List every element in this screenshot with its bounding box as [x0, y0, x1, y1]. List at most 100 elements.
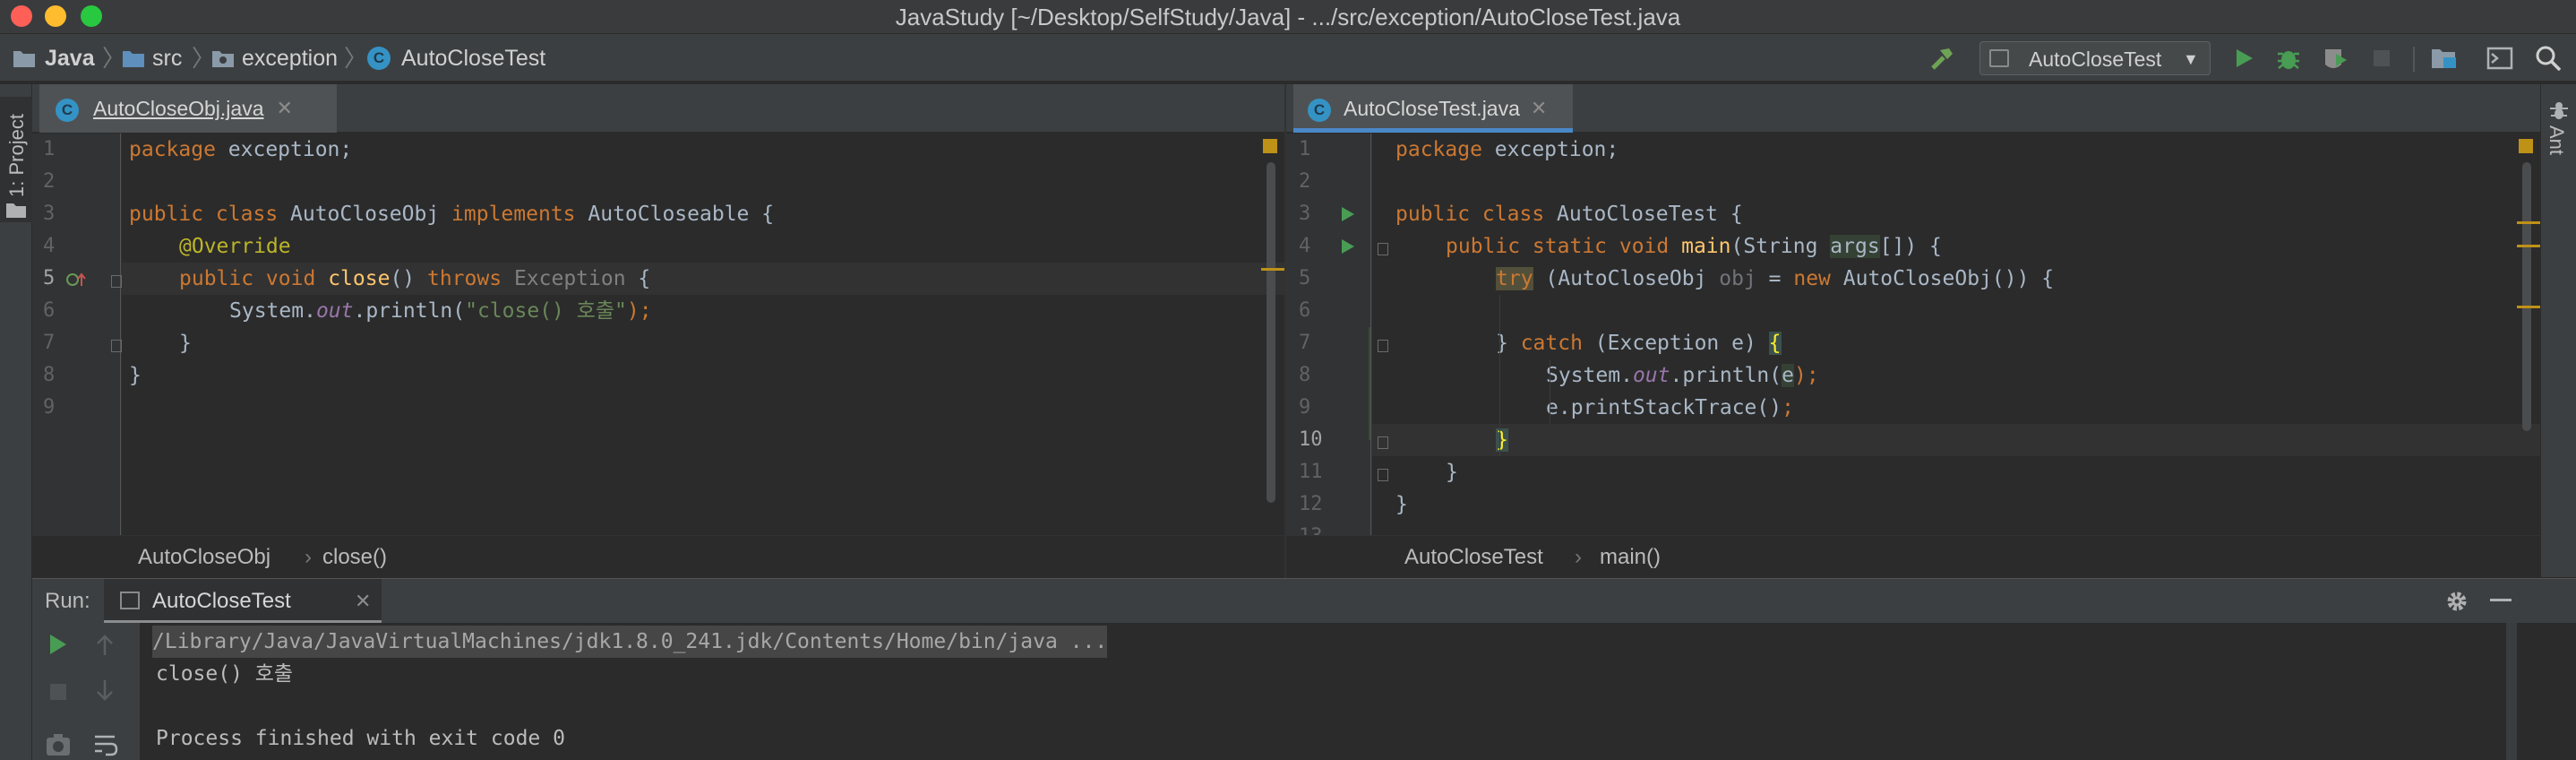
- right-editor-tabs: C AutoCloseTest.java ✕: [1286, 84, 2540, 133]
- line-number: 9: [43, 396, 56, 419]
- search-icon[interactable]: [2533, 43, 2563, 73]
- fold-icon[interactable]: [111, 340, 122, 352]
- window-title: JavaStudy [~/Desktop/SelfStudy/Java] - .…: [895, 4, 1681, 30]
- code-line: public void close() throws Exception {: [179, 267, 651, 290]
- override-marker-icon[interactable]: [66, 272, 88, 292]
- arrow-down-icon[interactable]: [95, 678, 115, 706]
- line-number: 3: [1299, 203, 1311, 225]
- line-number: 13: [1299, 521, 1323, 535]
- inspection-status-icon[interactable]: [1263, 139, 1277, 153]
- line-number: 4: [1299, 235, 1311, 257]
- code-line: }: [1395, 493, 1408, 516]
- breadcrumb-project[interactable]: Java: [45, 34, 95, 82]
- fold-icon[interactable]: [1378, 469, 1388, 481]
- warning-marker[interactable]: [1261, 268, 1284, 271]
- fold-icon[interactable]: [1378, 436, 1388, 449]
- gear-icon[interactable]: [2443, 588, 2470, 619]
- camera-icon[interactable]: [45, 730, 72, 760]
- warning-marker[interactable]: [2517, 221, 2540, 224]
- folder-icon: [122, 48, 145, 73]
- console-exit-line: Process finished with exit code 0: [156, 727, 565, 750]
- line-number: 11: [1299, 461, 1323, 483]
- run-toolbar: [32, 623, 140, 760]
- breadcrumb-separator: ›: [305, 545, 312, 569]
- application-icon: [120, 592, 140, 609]
- stop-icon[interactable]: [48, 682, 68, 706]
- run-gutter-icon[interactable]: [1340, 205, 1356, 228]
- minimize-icon[interactable]: [2490, 599, 2512, 601]
- fold-icon[interactable]: [1378, 243, 1388, 255]
- left-tool-strip: 1: Project: [0, 84, 32, 760]
- vertical-scrollbar[interactable]: [2522, 162, 2531, 431]
- run-configuration-select[interactable]: AutoCloseTest ▼: [1979, 41, 2211, 75]
- warning-marker[interactable]: [2517, 306, 2540, 308]
- fold-icon[interactable]: [111, 275, 122, 288]
- stop-icon[interactable]: [2366, 43, 2397, 73]
- code-line: try (AutoCloseObj obj = new AutoCloseObj…: [1496, 267, 2055, 290]
- right-editor-breadcrumb: AutoCloseTest › main(): [1286, 535, 2540, 578]
- breadcrumb-separator: ›: [1575, 545, 1582, 569]
- class-icon: C: [1308, 96, 1331, 122]
- tab-label: AutoCloseTest.java: [1344, 96, 1520, 120]
- terminal-icon[interactable]: [2485, 43, 2515, 73]
- run-tab[interactable]: AutoCloseTest ✕: [104, 579, 382, 624]
- code-line: }: [1496, 428, 1508, 452]
- hammer-icon[interactable]: [1928, 43, 1958, 73]
- folder-icon: [5, 201, 27, 223]
- run-tab-label: AutoCloseTest: [152, 589, 291, 613]
- rerun-icon[interactable]: [47, 632, 70, 661]
- code-line: package exception;: [129, 138, 353, 161]
- console-output-line: close() 호출: [156, 662, 294, 686]
- line-number: 6: [1299, 299, 1311, 322]
- warning-marker[interactable]: [2517, 245, 2540, 247]
- application-icon: [1989, 49, 2009, 67]
- class-icon: C: [367, 47, 391, 70]
- tab-autoclosetest[interactable]: C AutoCloseTest.java ✕: [1293, 84, 1573, 133]
- breadcrumb-method[interactable]: close(): [322, 536, 387, 579]
- breadcrumb-exception[interactable]: exception: [242, 34, 338, 82]
- debug-icon[interactable]: [2273, 43, 2304, 73]
- breadcrumb-src[interactable]: src: [152, 34, 182, 82]
- code-line: } catch (Exception e) {: [1496, 332, 1782, 355]
- vertical-scrollbar[interactable]: [1267, 162, 1275, 503]
- line-number: 9: [1299, 396, 1311, 419]
- breadcrumb-class[interactable]: AutoCloseTest: [1404, 536, 1543, 579]
- gutter-divider: [1370, 134, 1371, 535]
- inspection-status-icon[interactable]: [2519, 139, 2533, 153]
- right-editor[interactable]: 1 2 3 4 5 6 7 8 9 10 11 12 13 package ex…: [1286, 134, 2540, 535]
- breadcrumb-class[interactable]: AutoCloseTest: [401, 34, 545, 82]
- close-icon[interactable]: ✕: [355, 579, 371, 624]
- close-icon[interactable]: ✕: [277, 97, 293, 120]
- run-panel-label: Run:: [45, 589, 90, 613]
- arrow-up-icon[interactable]: [95, 634, 115, 661]
- tab-autocloseobj[interactable]: C AutoCloseObj.java ✕: [39, 84, 337, 133]
- code-line: System.out.println("close() 호출");: [229, 299, 652, 323]
- coverage-icon[interactable]: [2320, 43, 2350, 73]
- code-line: e.printStackTrace();: [1546, 396, 1794, 419]
- line-number: 7: [43, 332, 56, 354]
- code-line: public class AutoCloseTest {: [1395, 203, 1743, 226]
- code-line: }: [129, 364, 142, 387]
- left-editor[interactable]: 1 2 3 4 5 6 7 8 9 package exception; pub…: [32, 134, 1284, 535]
- project-structure-icon[interactable]: [2429, 43, 2460, 73]
- line-number: 12: [1299, 493, 1323, 515]
- breadcrumb-class[interactable]: AutoCloseObj: [138, 536, 270, 579]
- soft-wrap-icon[interactable]: [93, 732, 118, 760]
- run-gutter-icon[interactable]: [1340, 238, 1356, 260]
- breadcrumb-method[interactable]: main(): [1600, 536, 1661, 579]
- line-number: 3: [43, 203, 56, 225]
- console-scrollbar[interactable]: [2506, 623, 2517, 760]
- run-icon[interactable]: [2228, 43, 2259, 73]
- ant-tool-button[interactable]: Ant: [2541, 97, 2576, 168]
- close-icon[interactable]: ✕: [1531, 97, 1547, 120]
- chevron-down-icon: ▼: [2183, 50, 2199, 68]
- folder-icon: [211, 48, 235, 73]
- navigation-bar: Java 〉 src 〉 exception 〉 C AutoCloseTest…: [0, 34, 2576, 82]
- project-tool-button[interactable]: 1: Project: [0, 97, 32, 222]
- code-line: public class AutoCloseObj implements Aut…: [129, 203, 775, 226]
- left-editor-tabs: C AutoCloseObj.java ✕: [32, 84, 1284, 133]
- fold-icon[interactable]: [1378, 340, 1388, 352]
- line-number: 5: [1299, 267, 1311, 289]
- line-number: 8: [43, 364, 56, 386]
- toolbar-separator: [2413, 47, 2415, 72]
